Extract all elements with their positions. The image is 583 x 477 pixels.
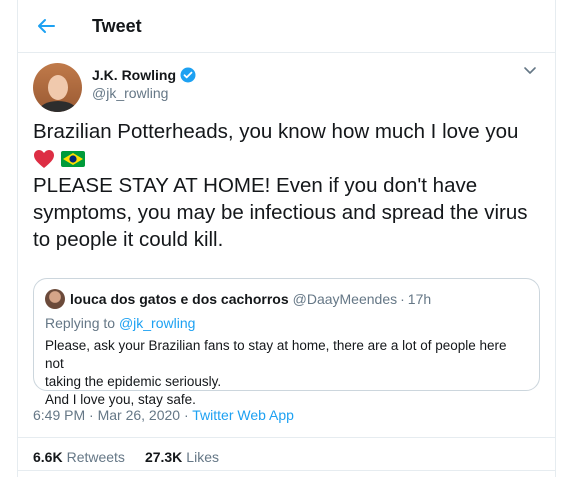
more-options-button[interactable] xyxy=(523,63,537,81)
quote-author-name: louca dos gatos e dos cachorros xyxy=(70,291,289,307)
emoji-row xyxy=(33,145,540,172)
quoted-tweet[interactable]: louca dos gatos e dos cachorros @DaayMee… xyxy=(33,278,540,407)
quote-time: 17h xyxy=(407,291,432,307)
quote-line: taking the epidemic seriously. xyxy=(45,374,222,389)
likes-label: Likes xyxy=(186,449,219,465)
avatar[interactable] xyxy=(33,63,82,112)
divider xyxy=(18,470,555,471)
heart-emoji-icon xyxy=(34,149,54,168)
quote-separator: · xyxy=(400,291,405,307)
quote-author-handle: @DaayMeendes xyxy=(292,291,398,307)
page-title: Tweet xyxy=(92,15,142,36)
tweet-author: J.K. Rowling @jk_rowling xyxy=(18,53,555,112)
back-button[interactable] xyxy=(32,12,60,40)
tweet-detail-column: Tweet J.K. Rowling @jk_rowling Brazilian… xyxy=(17,0,556,477)
page-header: Tweet xyxy=(18,0,555,53)
tweet-text: Brazilian Potterheads, you know how much… xyxy=(18,110,555,253)
retweets-label: Retweets xyxy=(66,449,125,465)
tweet-line: Brazilian Potterheads, you know how much… xyxy=(33,120,519,143)
chevron-down-icon xyxy=(524,67,536,74)
quote-replying-to: Replying to @jk_rowling xyxy=(45,315,528,331)
quote-avatar xyxy=(45,289,65,309)
quote-line: Please, ask your Brazilian fans to stay … xyxy=(45,338,507,371)
author-name[interactable]: J.K. Rowling xyxy=(92,67,176,83)
tweet-line: symptoms, you may be infectious and spre… xyxy=(33,201,528,224)
tweet-line: to people it could kill. xyxy=(33,228,224,251)
likes-count: 27.3K xyxy=(144,449,183,465)
retweets-stat[interactable]: 6.6K Retweets xyxy=(33,449,125,465)
verified-badge-icon xyxy=(180,67,196,83)
tweet-source-app[interactable]: Twitter Web App xyxy=(192,407,294,423)
tweet-line: PLEASE STAY AT HOME! Even if you don't h… xyxy=(33,174,478,197)
author-handle[interactable]: @jk_rowling xyxy=(92,85,196,101)
tweet-timestamp[interactable]: 6:49 PM · Mar 26, 2020 · xyxy=(33,407,192,423)
arrow-left-icon xyxy=(38,19,55,33)
replying-prefix: Replying to xyxy=(45,315,119,331)
replying-to-link[interactable]: @jk_rowling xyxy=(119,315,195,331)
brazil-flag-emoji-icon xyxy=(61,150,85,167)
likes-stat[interactable]: 27.3K Likes xyxy=(145,449,219,465)
retweets-count: 6.6K xyxy=(33,449,63,465)
